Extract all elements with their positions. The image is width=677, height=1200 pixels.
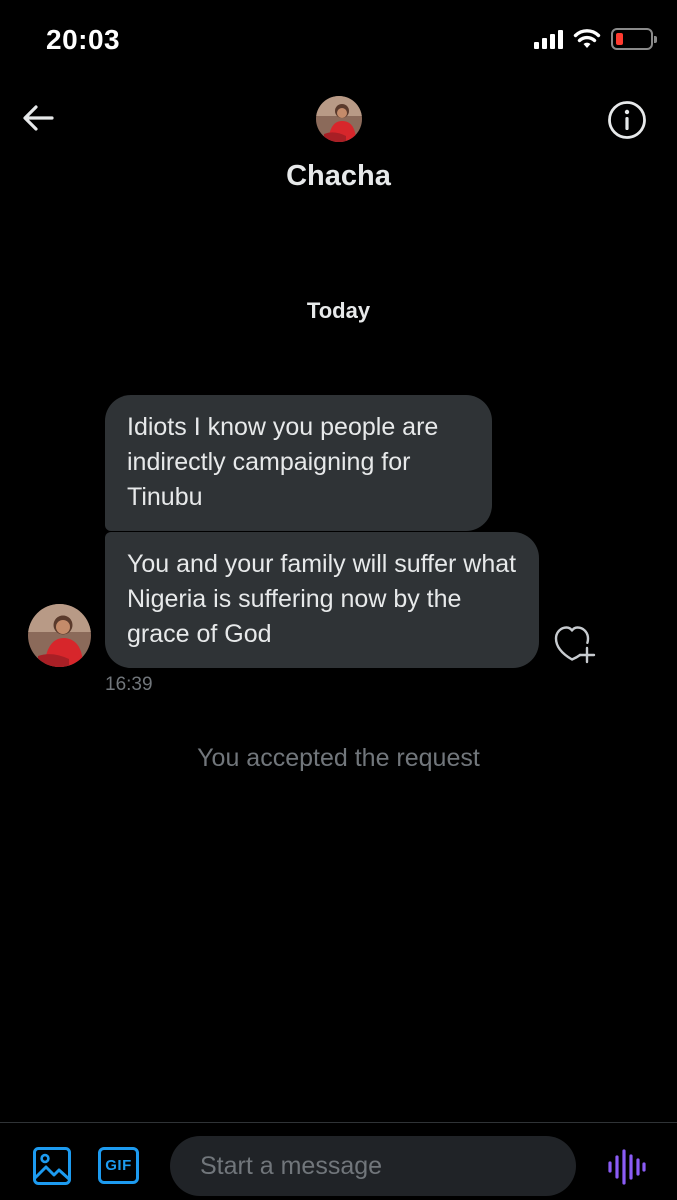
info-button[interactable] bbox=[607, 100, 647, 140]
message-timestamp: 16:39 bbox=[105, 674, 153, 695]
heart-plus-icon bbox=[554, 626, 596, 664]
message-bubble[interactable]: Idiots I know you people are indirectly … bbox=[105, 395, 492, 531]
sender-avatar[interactable] bbox=[28, 604, 91, 667]
status-icons bbox=[534, 28, 657, 50]
voice-button[interactable] bbox=[606, 1148, 646, 1186]
header-avatar[interactable] bbox=[316, 96, 362, 142]
date-separator: Today bbox=[306, 298, 371, 323]
gif-icon: GIF bbox=[105, 1157, 132, 1174]
composer-divider bbox=[0, 1122, 677, 1123]
react-button[interactable] bbox=[554, 624, 598, 664]
battery-icon bbox=[611, 28, 657, 50]
system-message: You accepted the request bbox=[197, 744, 480, 772]
image-icon bbox=[33, 1147, 71, 1185]
status-time: 20:03 bbox=[46, 24, 121, 55]
signal-icon bbox=[534, 29, 563, 49]
gif-button[interactable]: GIF bbox=[98, 1147, 139, 1184]
wifi-icon bbox=[573, 29, 601, 48]
message-input[interactable] bbox=[170, 1136, 576, 1196]
media-button[interactable] bbox=[32, 1146, 72, 1186]
voice-icon bbox=[608, 1149, 646, 1185]
back-arrow-icon bbox=[23, 105, 54, 131]
back-button[interactable] bbox=[20, 100, 56, 136]
message-bubble[interactable]: You and your family will suffer what Nig… bbox=[105, 532, 539, 668]
contact-name: Chacha bbox=[286, 160, 391, 192]
info-icon bbox=[608, 101, 646, 139]
